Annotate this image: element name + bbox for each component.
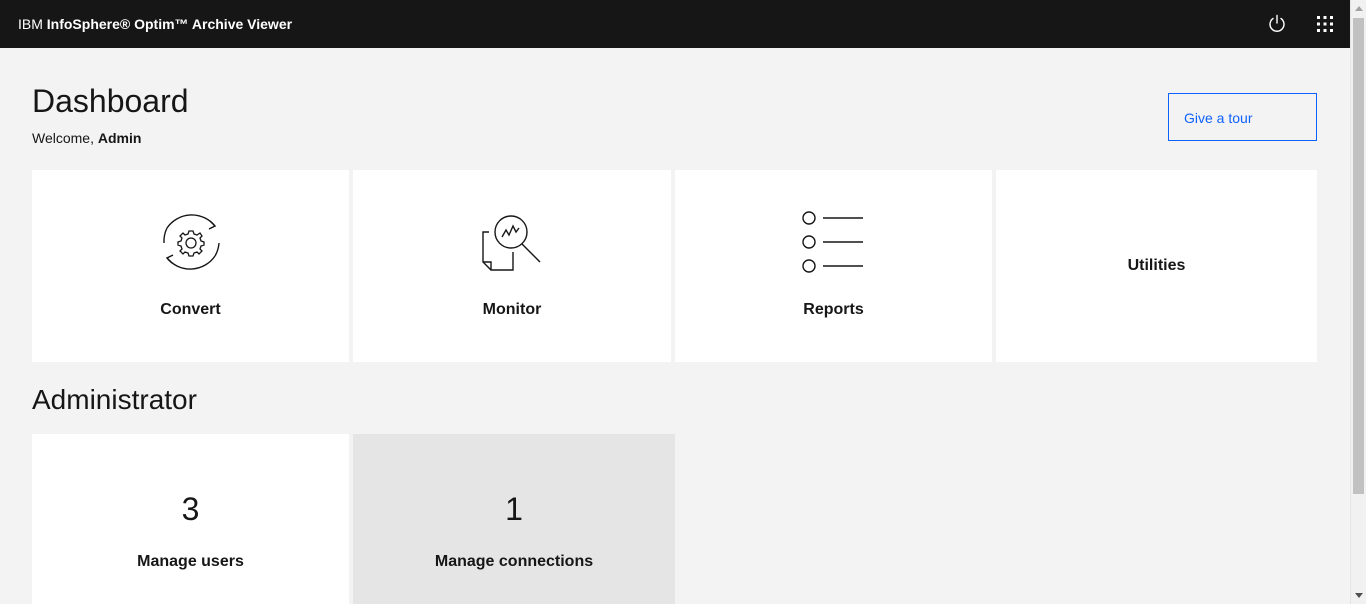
top-header: IBM InfoSphere® Optim™ Archive Viewer [0,0,1350,48]
give-a-tour-button[interactable]: Give a tour [1168,93,1317,141]
tile-label: Monitor [482,301,542,318]
product-name[interactable]: IBM InfoSphere® Optim™ Archive Viewer [18,15,292,33]
power-icon [1269,14,1285,32]
tile-reports[interactable]: Reports [675,170,992,362]
app-switcher-icon [1317,16,1333,32]
scroll-up-arrow[interactable] [1351,0,1366,17]
tile-manage-connections[interactable]: 1 Manage connections [353,434,675,604]
tile-label: Utilities [1127,257,1186,274]
connections-count: 1 [505,491,523,527]
monitor-magnifier-icon [482,215,541,271]
tile-label: Reports [803,301,864,318]
tile-label: Manage users [137,553,244,570]
tile-monitor[interactable]: Monitor [353,170,671,362]
power-button[interactable] [1261,8,1293,40]
welcome-prefix: Welcome, [32,130,94,146]
tile-convert[interactable]: Convert [32,170,349,362]
page-title: Dashboard [32,83,189,119]
tile-utilities[interactable]: Utilities [996,170,1317,362]
app-switcher-button[interactable] [1309,8,1341,40]
brand-product: InfoSphere® Optim™ Archive Viewer [46,16,293,32]
brand-prefix: IBM [18,16,43,32]
users-count: 3 [181,491,200,527]
tile-label: Convert [160,301,221,318]
tile-manage-users[interactable]: 3 Manage users [32,434,349,604]
tile-label: Manage connections [434,553,594,570]
convert-gear-cycle-icon [162,214,220,270]
administrator-section-title: Administrator [32,384,197,415]
vertical-scrollbar[interactable] [1350,0,1366,604]
scroll-down-arrow[interactable] [1351,587,1366,604]
list-icon [801,211,863,273]
scroll-thumb[interactable] [1353,18,1364,494]
welcome-message: Welcome, Admin [32,129,141,147]
welcome-user: Admin [97,130,142,146]
